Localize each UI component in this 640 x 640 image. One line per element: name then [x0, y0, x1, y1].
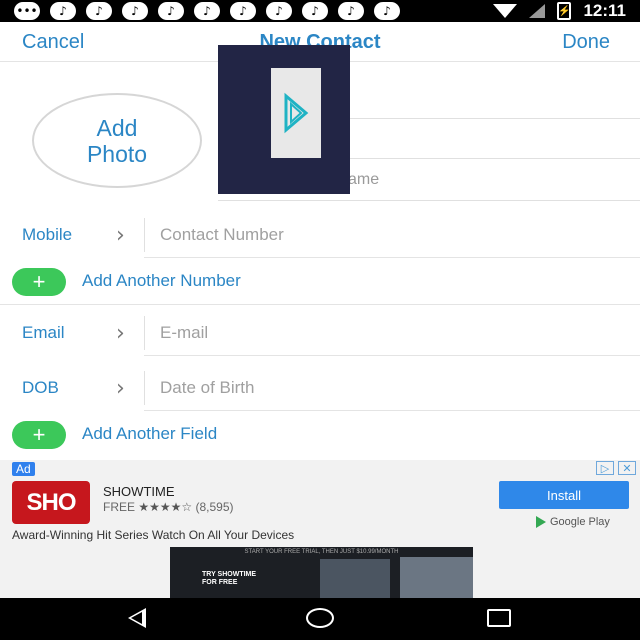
music-notification-icon: ♪: [50, 2, 76, 20]
ad-image-top-text: START YOUR FREE TRIAL, THEN JUST $10.99/…: [244, 549, 399, 555]
row-divider: [144, 355, 640, 356]
plus-icon[interactable]: +: [12, 268, 66, 296]
install-button[interactable]: Install: [499, 481, 629, 509]
signal-icon: [529, 4, 546, 18]
add-photo-button[interactable]: Add Photo: [32, 93, 202, 188]
home-icon[interactable]: [306, 608, 334, 628]
row-separator: [144, 218, 145, 252]
ad-price: FREE: [103, 500, 136, 514]
add-photo-label-line1: Add: [96, 114, 138, 141]
music-notification-icon: ♪: [338, 2, 364, 20]
music-notification-icon: ♪: [302, 2, 328, 20]
music-notification-icon: ♪: [158, 2, 184, 20]
ad-image-cta-line2: FOR FREE: [202, 579, 238, 586]
add-another-field-row[interactable]: + Add Another Field: [0, 411, 640, 457]
back-icon[interactable]: [128, 608, 146, 628]
contact-number-field[interactable]: Contact Number: [160, 225, 284, 245]
music-notification-icon: ♪: [122, 2, 148, 20]
section-divider: [0, 304, 640, 305]
ad-image-cta-line1: TRY SHOWTIME: [202, 571, 257, 578]
add-photo-label-line2: Photo: [86, 140, 148, 167]
email-row[interactable]: Email › E-mail: [0, 310, 640, 356]
ad-controls: ▷ ✕: [596, 461, 636, 475]
system-navigation-bar: [0, 598, 640, 640]
recent-apps-icon[interactable]: [487, 609, 511, 627]
add-another-number-button[interactable]: Add Another Number: [82, 271, 241, 291]
done-button[interactable]: Done: [562, 31, 610, 54]
music-notification-icon: ♪: [266, 2, 292, 20]
mobile-row[interactable]: Mobile › Contact Number: [0, 212, 640, 258]
dob-row[interactable]: DOB › Date of Birth: [0, 365, 640, 411]
ad-badge: Ad: [12, 462, 35, 476]
notification-icons: ••• ♪ ♪ ♪ ♪ ♪ ♪ ♪ ♪ ♪ ♪: [0, 2, 400, 20]
ad-image-cta: TRY SHOWTIME FOR FREE: [202, 571, 256, 587]
row-separator: [144, 371, 145, 405]
dob-label: DOB: [22, 378, 59, 397]
ad-app-meta: FREE ★★★★☆ (8,595): [103, 500, 234, 514]
add-another-number-row[interactable]: + Add Another Number: [0, 258, 640, 304]
ad-banner-container[interactable]: Ad ▷ ✕ SHO SHOWTIME FREE ★★★★☆ (8,595) I…: [0, 460, 640, 598]
add-another-field-button[interactable]: Add Another Field: [82, 424, 217, 444]
google-play-icon: [536, 516, 546, 528]
chevron-right-icon[interactable]: ›: [116, 321, 125, 346]
play-triangle-icon: [284, 92, 309, 134]
overlay-popup[interactable]: [218, 45, 350, 194]
wifi-icon: [493, 4, 518, 18]
last-name-divider: [218, 200, 640, 201]
google-play-badge: Google Play: [536, 516, 610, 528]
overlay-card: [271, 68, 321, 158]
ad-choices-icon[interactable]: ▷: [596, 461, 614, 475]
clock: 12:11: [583, 1, 626, 20]
chevron-right-icon[interactable]: ›: [116, 376, 125, 401]
mobile-label: Mobile: [22, 225, 73, 244]
battery-charging-icon: ⚡: [557, 2, 572, 20]
ad-image-photo: [400, 557, 473, 598]
ad-description: Award-Winning Hit Series Watch On All Yo…: [12, 528, 295, 542]
google-play-label: Google Play: [550, 516, 610, 528]
plus-icon[interactable]: +: [12, 421, 66, 449]
showtime-logo[interactable]: SHO: [12, 481, 90, 524]
music-notification-icon: ♪: [374, 2, 400, 20]
ad-image[interactable]: START YOUR FREE TRIAL, THEN JUST $10.99/…: [170, 547, 473, 598]
notification-icon: •••: [14, 2, 40, 20]
ad-app-title: SHOWTIME: [103, 484, 175, 499]
music-notification-icon: ♪: [86, 2, 112, 20]
close-icon[interactable]: ✕: [618, 461, 636, 475]
ad-image-photo: [320, 559, 390, 598]
email-label: Email: [22, 323, 65, 342]
last-name-field[interactable]: ame: [348, 171, 379, 189]
row-separator: [144, 316, 145, 350]
rating-stars: ★★★★☆: [138, 500, 193, 514]
music-notification-icon: ♪: [194, 2, 220, 20]
status-bar: ••• ♪ ♪ ♪ ♪ ♪ ♪ ♪ ♪ ♪ ♪ ⚡ 12:11: [0, 0, 640, 22]
date-of-birth-field[interactable]: Date of Birth: [160, 378, 255, 398]
email-field[interactable]: E-mail: [160, 323, 208, 343]
rating-count: (8,595): [195, 500, 234, 514]
music-notification-icon: ♪: [230, 2, 256, 20]
chevron-right-icon[interactable]: ›: [116, 223, 125, 248]
